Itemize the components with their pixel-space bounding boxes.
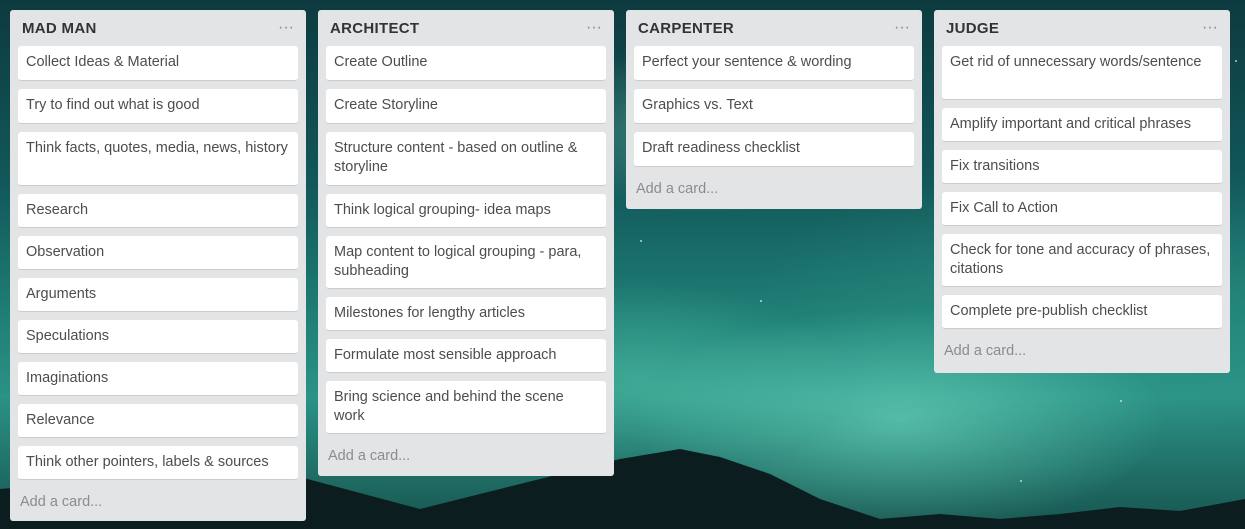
list-header: JUDGE ··· <box>942 10 1222 46</box>
card[interactable]: Graphics vs. Text <box>634 89 914 124</box>
card[interactable]: Speculations <box>18 320 298 354</box>
card[interactable]: Imaginations <box>18 362 298 396</box>
card[interactable]: Structure content - based on outline & s… <box>326 132 606 186</box>
list-title: CARPENTER <box>638 19 735 37</box>
card[interactable]: Arguments <box>18 278 298 312</box>
card[interactable]: Check for tone and accuracy of phrases, … <box>942 234 1222 287</box>
list-header: ARCHITECT ··· <box>326 10 606 46</box>
card[interactable]: Think other pointers, labels & sources <box>18 446 298 480</box>
list-architect: ARCHITECT ··· Create Outline Create Stor… <box>318 10 614 476</box>
list-title: JUDGE <box>946 19 1000 37</box>
card[interactable]: Research <box>18 194 298 228</box>
card[interactable]: Think logical grouping- idea maps <box>326 194 606 228</box>
card[interactable]: Think facts, quotes, media, news, histor… <box>18 132 298 186</box>
list-title: MAD MAN <box>22 19 97 37</box>
list-judge: JUDGE ··· Get rid of unnecessary words/s… <box>934 10 1230 373</box>
list-header: MAD MAN ··· <box>18 10 298 46</box>
card[interactable]: Get rid of unnecessary words/sentence <box>942 46 1222 100</box>
ellipsis-icon[interactable]: ··· <box>584 20 604 36</box>
add-card-button[interactable]: Add a card... <box>634 175 914 197</box>
card[interactable]: Formulate most sensible approach <box>326 339 606 373</box>
card[interactable]: Fix Call to Action <box>942 192 1222 226</box>
card[interactable]: Perfect your sentence & wording <box>634 46 914 81</box>
card[interactable]: Create Outline <box>326 46 606 81</box>
list-title: ARCHITECT <box>330 19 420 37</box>
card[interactable]: Fix transitions <box>942 150 1222 184</box>
add-card-button[interactable]: Add a card... <box>18 488 298 510</box>
card[interactable]: Try to find out what is good <box>18 89 298 124</box>
card[interactable]: Collect Ideas & Material <box>18 46 298 81</box>
card[interactable]: Observation <box>18 236 298 270</box>
ellipsis-icon[interactable]: ··· <box>276 20 296 36</box>
ellipsis-icon[interactable]: ··· <box>1200 20 1220 36</box>
list-mad-man: MAD MAN ··· Collect Ideas & Material Try… <box>10 10 306 521</box>
card[interactable]: Map content to logical grouping - para, … <box>326 236 606 289</box>
card[interactable]: Milestones for lengthy articles <box>326 297 606 331</box>
card[interactable]: Bring science and behind the scene work <box>326 381 606 434</box>
add-card-button[interactable]: Add a card... <box>942 337 1222 359</box>
card[interactable]: Complete pre-publish checklist <box>942 295 1222 329</box>
ellipsis-icon[interactable]: ··· <box>892 20 912 36</box>
card[interactable]: Relevance <box>18 404 298 438</box>
add-card-button[interactable]: Add a card... <box>326 442 606 464</box>
card[interactable]: Create Storyline <box>326 89 606 124</box>
list-carpenter: CARPENTER ··· Perfect your sentence & wo… <box>626 10 922 209</box>
card[interactable]: Amplify important and critical phrases <box>942 108 1222 142</box>
list-header: CARPENTER ··· <box>634 10 914 46</box>
card[interactable]: Draft readiness checklist <box>634 132 914 167</box>
